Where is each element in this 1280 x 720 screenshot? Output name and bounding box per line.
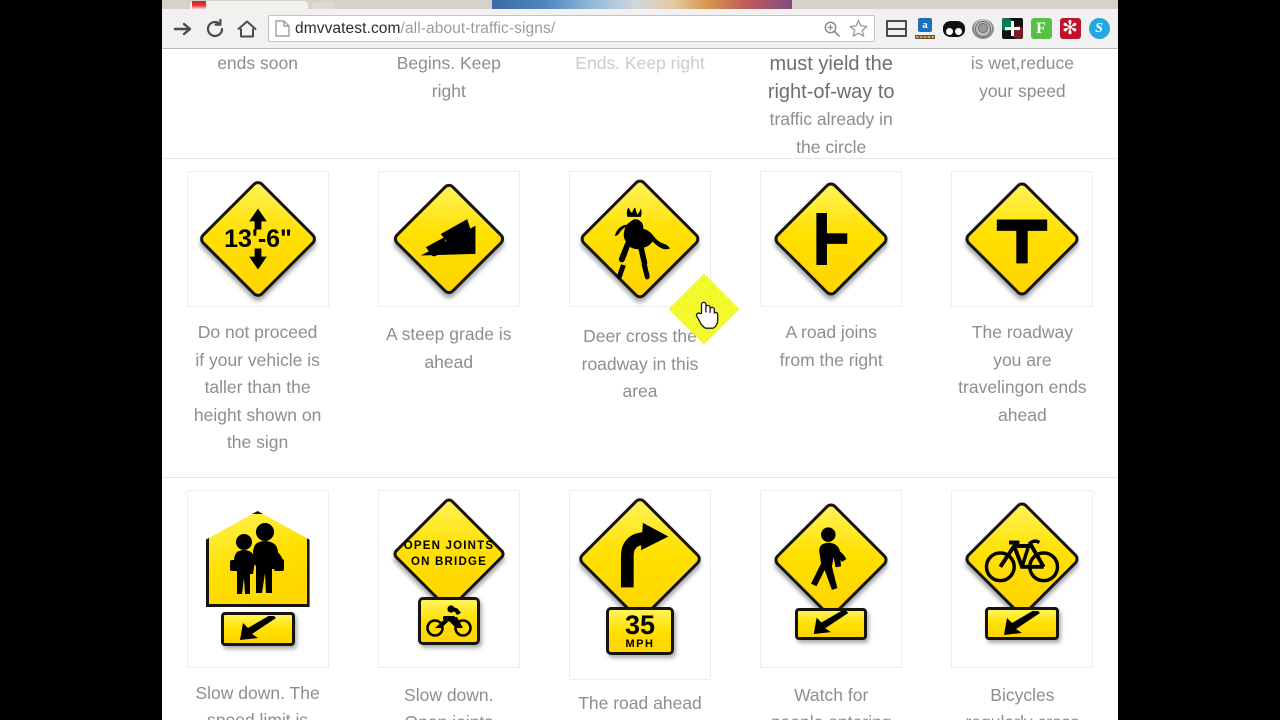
sign-cell-curve-right[interactable]: 35 MPH The road ahead curves rightSlow <box>544 489 735 720</box>
new-tab-button[interactable] <box>312 2 334 9</box>
split-screen-icon[interactable] <box>885 18 907 40</box>
letterbox-left <box>0 0 162 720</box>
film-reel-icon[interactable] <box>972 18 994 40</box>
sign-caption: ends soon <box>217 53 298 73</box>
motorcycle-plaque <box>417 596 480 645</box>
side-road-glyph <box>816 213 848 265</box>
reload-button[interactable] <box>200 14 230 44</box>
sign-caption: A steep grade is ahead <box>386 324 512 372</box>
screen: dmvvatest.com/all-about-traffic-signs/ a… <box>0 0 1280 720</box>
sign-caption: Do not proceed if your vehicle is taller… <box>193 322 322 452</box>
sign-cell[interactable]: Begins. Keep right <box>353 50 544 161</box>
down-left-arrow-plaque <box>220 612 295 646</box>
document-icon <box>273 20 291 38</box>
down-left-arrow-icon <box>813 611 849 635</box>
tab-strip <box>162 0 1118 9</box>
down-left-arrow-plaque <box>985 607 1060 640</box>
forward-button[interactable] <box>168 14 198 44</box>
f-extension-icon[interactable]: F <box>1030 18 1052 40</box>
low-clearance-text: 13'-6" <box>223 224 292 253</box>
address-bar[interactable]: dmvvatest.com/all-about-traffic-signs/ <box>268 15 875 42</box>
tab-strip-overlay <box>492 0 792 9</box>
sign-cell[interactable]: is wet,reduce your speed <box>927 50 1118 161</box>
omnibox-actions <box>822 19 870 39</box>
sign-cell[interactable]: ends soon <box>162 50 353 161</box>
tab-favicon <box>192 1 206 9</box>
adblock-letter: a <box>918 17 932 32</box>
url-path: /all-about-traffic-signs/ <box>400 19 556 37</box>
sign-cell[interactable]: must yield the right-of-way to traffic a… <box>736 50 927 161</box>
down-left-arrow-icon <box>1004 610 1041 635</box>
sign-caption: The road ahead curves rightSlow <box>578 692 702 713</box>
sign-cell-open-joints[interactable]: OPEN JOINTS ON BRIDGE Slow down. <box>353 489 544 720</box>
signs-row-3: Slow down. The speed limit is OPEN JOINT… <box>162 478 1118 720</box>
star-icon[interactable] <box>848 19 868 39</box>
sign-caption: Slow down. Open joints <box>404 684 494 720</box>
sign-cell[interactable]: Ends. Keep right <box>544 50 735 161</box>
low-clearance-sign[interactable]: 13'-6" <box>186 171 329 307</box>
sign-caption: Begins. Keep right <box>396 53 501 101</box>
sign-caption: Bicycles regularly cross or ride beside <box>965 684 1079 720</box>
sign-caption: Deer cross the roadway in this area <box>581 326 699 401</box>
pedestrian-crossing-sign[interactable] <box>760 489 903 668</box>
sign-caption: The roadway you are travelingon ends ahe… <box>958 322 1087 425</box>
sign-caption: Slow down. The speed limit is <box>195 682 320 720</box>
motorcycle-icon <box>425 604 472 637</box>
extension-icons: a F ✻ S <box>879 17 1118 40</box>
advisory-speed-unit: MPH <box>625 638 655 650</box>
steep-grade-sign[interactable] <box>377 171 520 307</box>
school-crossing-sign[interactable] <box>186 489 329 668</box>
sign-line-1: OPEN JOINTS <box>403 539 495 552</box>
down-left-arrow-plaque <box>795 607 868 640</box>
signs-row-partial: ends soon Begins. Keep right Ends. Keep … <box>162 50 1118 158</box>
pedestrian-glyph <box>811 526 847 590</box>
open-joints-bridge-sign[interactable]: OPEN JOINTS ON BRIDGE <box>377 489 520 668</box>
down-left-arrow-icon <box>239 616 276 640</box>
signs-row-2: 13'-6" Do not proceed if your vehicle is… <box>162 159 1118 457</box>
side-road-right-sign[interactable] <box>760 171 903 307</box>
bicycle-crossing-sign[interactable] <box>951 489 1094 668</box>
navigation-buttons <box>162 14 262 44</box>
browser-toolbar: dmvvatest.com/all-about-traffic-signs/ a… <box>162 9 1118 49</box>
letterbox-right <box>1118 0 1280 720</box>
sign-caption: Watch for people entering a crosswalk <box>771 684 892 720</box>
browser-window: dmvvatest.com/all-about-traffic-signs/ a… <box>162 0 1118 720</box>
sign-caption: A road joins from the right <box>779 322 883 370</box>
sign-cell-bicycle-crossing[interactable]: Bicycles regularly cross or ride beside <box>927 489 1118 720</box>
add-extension-icon[interactable] <box>1001 18 1023 40</box>
asterisk-extension-icon[interactable]: ✻ <box>1059 18 1081 40</box>
panda-icon[interactable] <box>943 18 965 40</box>
bicycle-glyph <box>985 539 1060 583</box>
t-intersection-sign[interactable] <box>951 171 1094 307</box>
url-text: dmvvatest.com/all-about-traffic-signs/ <box>295 20 555 38</box>
home-button[interactable] <box>232 14 262 44</box>
sign-cell-school-crossing[interactable]: Slow down. The speed limit is <box>162 489 353 720</box>
url-host: dmvvatest.com <box>295 19 401 37</box>
sign-cell-steep-grade[interactable]: A steep grade is ahead <box>353 171 544 457</box>
adblock-icon[interactable]: a <box>914 17 936 40</box>
sign-cell-low-clearance[interactable]: 13'-6" Do not proceed if your vehicle is… <box>162 171 353 457</box>
sign-cell-t-intersection[interactable]: The roadway you are travelingon ends ahe… <box>927 171 1118 457</box>
sign-cell-side-road[interactable]: A road joins from the right <box>736 171 927 457</box>
sign-caption: Ends. Keep right <box>575 53 705 73</box>
school-children-glyph <box>229 523 284 594</box>
sign-caption: is wet,reduce your speed <box>970 53 1074 101</box>
zoom-in-icon[interactable] <box>822 19 842 39</box>
advisory-speed-plaque: 35 MPH <box>605 607 674 655</box>
steep-grade-glyph <box>420 219 476 257</box>
sign-line-2: ON BRIDGE <box>410 555 487 568</box>
sign-cell-pedestrian-crossing[interactable]: Watch for people entering a crosswalk <box>736 489 927 720</box>
skype-icon[interactable]: S <box>1088 18 1110 40</box>
sign-caption-cont: traffic already in the circle <box>769 109 893 157</box>
deer-glyph <box>614 207 670 280</box>
page-content: ends soon Begins. Keep right Ends. Keep … <box>162 50 1118 720</box>
advisory-speed-value: 35 <box>624 610 655 640</box>
browser-tab[interactable] <box>190 1 308 9</box>
t-intersection-glyph <box>997 219 1048 264</box>
curve-right-arrow-glyph <box>620 522 669 588</box>
curve-right-sign[interactable]: 35 MPH <box>568 489 711 680</box>
hand-pointer-cursor <box>694 299 720 329</box>
sign-caption: must yield the right-of-way to <box>767 53 895 103</box>
